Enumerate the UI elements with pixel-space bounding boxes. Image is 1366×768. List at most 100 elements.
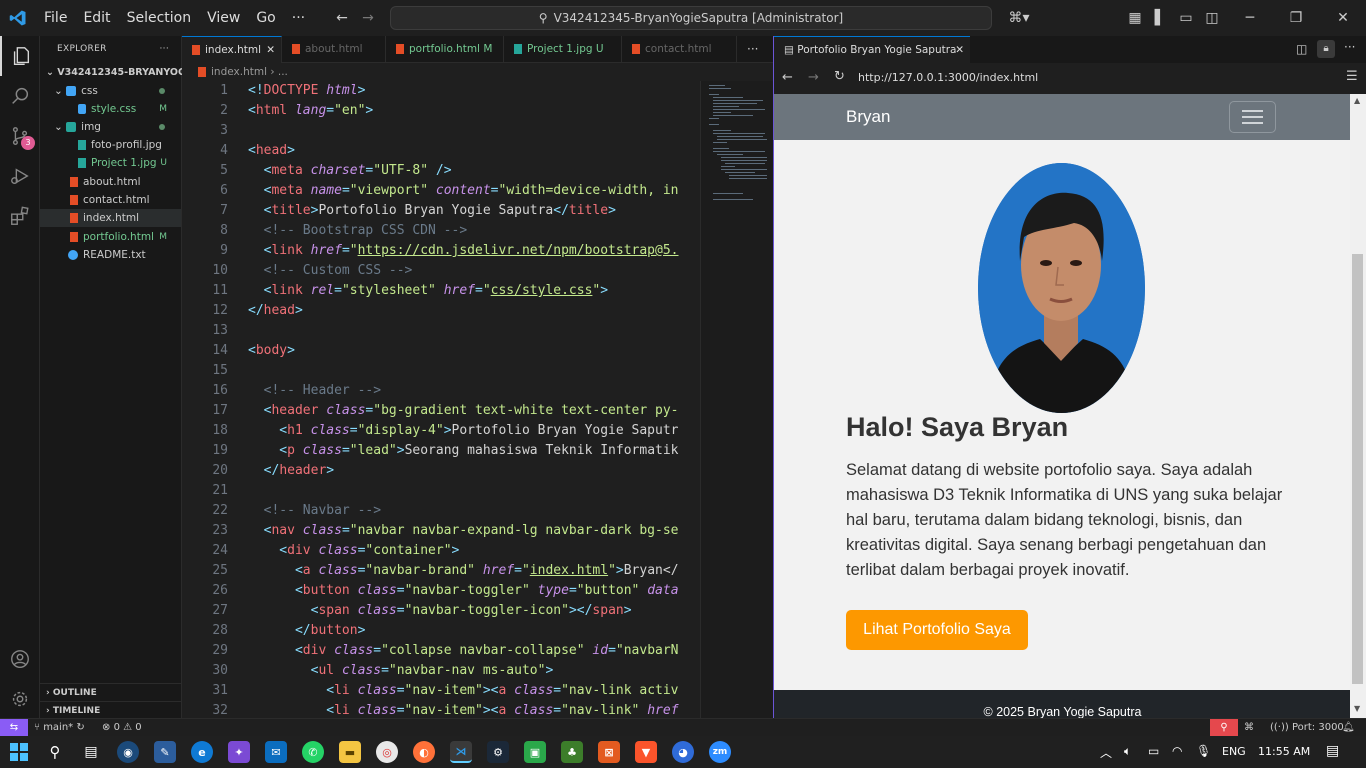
settings-gear-icon[interactable] (0, 679, 40, 719)
extensions-icon[interactable] (0, 196, 40, 236)
app-icon-4[interactable]: ▣ (524, 741, 546, 763)
tray-chevron-up-icon[interactable]: ︿ (1100, 744, 1112, 761)
explorer-icon[interactable] (0, 36, 40, 76)
tree-folder-img[interactable]: ⌄ img (40, 118, 181, 136)
reload-icon[interactable]: ↻ (834, 69, 845, 84)
brave-icon[interactable]: ▼ (635, 741, 657, 763)
command-center[interactable]: ⚲ V342412345-BryanYogieSaputra [Administ… (390, 6, 992, 30)
app-icon-6[interactable]: ⊠ (598, 741, 620, 763)
tree-file-foto-profil[interactable]: foto-profil.jpg (40, 136, 181, 154)
code-editor[interactable]: 1 <!DOCTYPE html> 2 <html lang="en"> 3 4 <head… (182, 81, 700, 718)
branch-indicator[interactable]: ⑂ main* ↻ (34, 719, 85, 737)
tab-about-html[interactable]: about.html (282, 36, 386, 63)
app-icon-2[interactable]: ✎ (154, 741, 176, 763)
menu-icon[interactable]: ☰ (1346, 69, 1358, 84)
preview-scrollbar[interactable]: ▲ ▼ (1350, 94, 1366, 718)
clock[interactable]: 11:55 AM (1258, 745, 1310, 758)
remote-indicator-icon[interactable]: ⇆ (0, 719, 28, 736)
steam-icon[interactable]: ⚙ (487, 741, 509, 763)
tree-file-readme[interactable]: README.txt (40, 246, 181, 264)
run-debug-icon[interactable] (0, 156, 40, 196)
back-arrow-icon[interactable]: ← (782, 70, 793, 85)
tree-file-about[interactable]: about.html (40, 173, 181, 191)
toggle-panel-icon[interactable]: ▭ (1176, 8, 1196, 28)
menu-selection[interactable]: Selection (119, 0, 200, 36)
breadcrumb-rest[interactable]: ... (278, 66, 288, 78)
microphone-icon[interactable]: 🎙︎ (1196, 744, 1211, 758)
close-window-icon[interactable]: ✕ (1333, 8, 1353, 28)
task-view-icon[interactable]: ▤ (80, 741, 102, 763)
vscode-taskbar-icon[interactable]: ⋊ (450, 741, 472, 763)
explorer-more-icon[interactable]: ··· (160, 36, 169, 62)
menu-more[interactable]: ··· (284, 0, 313, 36)
file-explorer-icon[interactable]: ▬ (339, 741, 361, 763)
account-icon[interactable] (0, 639, 40, 679)
search-icon[interactable] (0, 76, 40, 116)
mail-icon[interactable]: ✉ (265, 741, 287, 763)
toggle-secondary-sidebar-icon[interactable]: ◫ (1202, 8, 1222, 28)
zoom-icon[interactable]: ⚲ (1210, 719, 1238, 736)
preview-url[interactable]: http://127.0.0.1:3000/index.html (858, 71, 1038, 84)
copilot-status-icon[interactable]: ⌘ (1244, 719, 1254, 737)
app-icon-5[interactable]: ♣ (561, 741, 583, 763)
scrollbar-thumb[interactable] (1352, 254, 1363, 684)
notifications-bell-icon[interactable]: 🔔︎ (1342, 719, 1355, 737)
tab-contact-html[interactable]: contact.html (622, 36, 737, 63)
taskbar-search-icon[interactable]: ⚲ (44, 741, 66, 763)
menu-go[interactable]: Go (248, 0, 283, 36)
timeline-section[interactable]: › TIMELINE (40, 701, 181, 719)
forward-arrow-icon[interactable]: → (808, 70, 819, 85)
tree-file-style-css[interactable]: style.css M (40, 100, 181, 118)
minimize-icon[interactable]: ─ (1240, 8, 1260, 28)
problems-indicator[interactable]: ⊗ 0 ⚠ 0 (102, 719, 142, 737)
zoom-app-icon[interactable]: zm (709, 741, 731, 763)
tree-file-project1[interactable]: Project 1.jpg U (40, 154, 181, 172)
windows-start-icon[interactable] (8, 741, 30, 763)
firefox-icon[interactable]: ◐ (413, 741, 435, 763)
app-icon-7[interactable]: ◕ (672, 741, 694, 763)
menu-view[interactable]: View (199, 0, 248, 36)
navbar-toggler[interactable] (1229, 101, 1276, 133)
app-icon-1[interactable]: ◉ (117, 741, 139, 763)
tree-file-contact[interactable]: contact.html (40, 191, 181, 209)
source-control-icon[interactable]: 3 (0, 116, 40, 156)
wifi-icon[interactable]: ◠ (1172, 744, 1182, 758)
tabs-more-icon[interactable]: ··· (747, 36, 758, 63)
minimap[interactable] (700, 81, 773, 718)
tree-folder-css[interactable]: ⌄ css (40, 82, 181, 100)
language-indicator[interactable]: ENG (1222, 745, 1246, 758)
live-server-port[interactable]: ((·)) Port: 3000 (1270, 719, 1344, 737)
customize-layout-icon[interactable]: ▦ (1125, 8, 1145, 28)
outline-section[interactable]: › OUTLINE (40, 683, 181, 701)
battery-icon[interactable]: ▭ (1148, 744, 1159, 758)
menu-edit[interactable]: Edit (75, 0, 118, 36)
notification-center-icon[interactable]: ▤ (1326, 743, 1339, 759)
close-icon[interactable]: ✕ (266, 37, 275, 64)
split-editor-icon[interactable]: ◫ (1296, 42, 1307, 56)
tree-file-portfolio[interactable]: portfolio.html M (40, 228, 181, 246)
volume-icon[interactable]: 🔈︎ (1124, 744, 1131, 759)
portfolio-cta-button[interactable]: Lihat Portofolio Saya (846, 610, 1028, 650)
workspace-root[interactable]: ⌄ V342412345-BRYANYOGIE... (40, 64, 207, 82)
copilot-icon[interactable]: ⌘▾ (1004, 8, 1034, 28)
more-actions-icon[interactable]: ··· (1344, 40, 1355, 54)
tab-index-html[interactable]: index.html ✕ (182, 36, 282, 63)
back-arrow-icon[interactable]: ← (332, 8, 352, 28)
forward-arrow-icon[interactable]: → (358, 8, 378, 28)
toggle-sidebar-icon[interactable]: ▌ (1150, 8, 1170, 28)
edge-browser-icon[interactable]: e (191, 741, 213, 763)
tree-file-index[interactable]: index.html (40, 209, 181, 227)
close-icon[interactable]: ✕ (955, 37, 964, 63)
menu-file[interactable]: File (36, 0, 75, 36)
scroll-up-icon[interactable]: ▲ (1354, 96, 1360, 105)
breadcrumb-file[interactable]: index.html (211, 66, 267, 78)
tab-project1-jpg[interactable]: Project 1.jpg U (504, 36, 622, 63)
chrome-icon[interactable]: ◎ (376, 741, 398, 763)
lock-icon[interactable]: 🔒︎ (1317, 40, 1335, 58)
navbar-brand[interactable]: Bryan (846, 107, 890, 127)
scroll-down-icon[interactable]: ▼ (1354, 704, 1360, 713)
app-icon-3[interactable]: ✦ (228, 741, 250, 763)
whatsapp-icon[interactable]: ✆ (302, 741, 324, 763)
restore-icon[interactable]: ❐ (1286, 8, 1306, 28)
tab-preview[interactable]: ▤ Portofolio Bryan Yogie Saputra ✕ (774, 36, 970, 63)
